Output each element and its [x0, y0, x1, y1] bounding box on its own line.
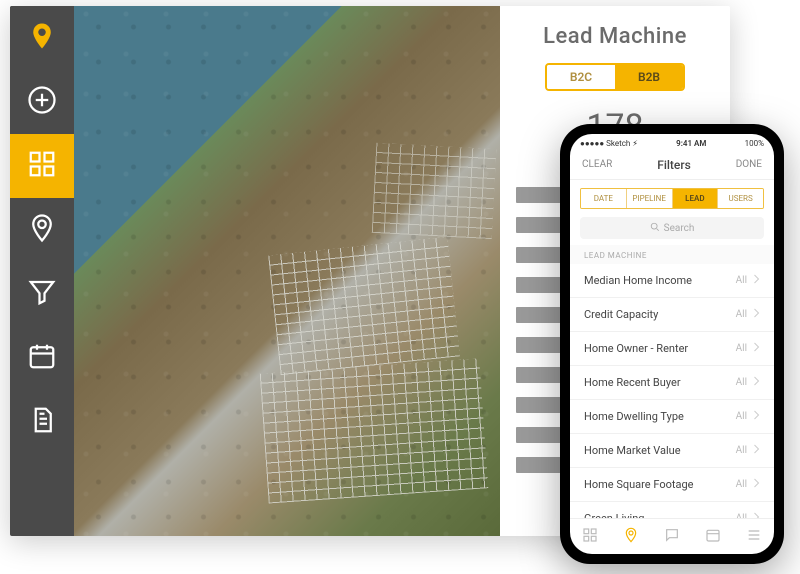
sidebar-item-filter[interactable] — [10, 262, 74, 326]
sidebar-item-calendar[interactable] — [10, 326, 74, 390]
filter-row[interactable]: Home Dwelling Type All — [570, 400, 774, 434]
filter-value-group: All — [736, 478, 760, 491]
add-icon — [27, 85, 57, 119]
filter-label: Home Owner - Renter — [584, 342, 688, 355]
chat-icon — [664, 527, 680, 547]
chevron-right-icon — [753, 308, 760, 321]
clear-button[interactable]: CLEAR — [582, 159, 612, 170]
tabbar-chat[interactable] — [663, 528, 681, 546]
sidebar-item-add[interactable] — [10, 70, 74, 134]
segment-control: B2C B2B — [545, 63, 685, 91]
filter-value: All — [736, 377, 747, 388]
segment-b2c[interactable]: B2C — [547, 65, 615, 89]
grid-icon — [582, 527, 598, 547]
filter-value: All — [736, 309, 747, 320]
done-button[interactable]: DONE — [736, 159, 762, 170]
filter-label: Credit Capacity — [584, 308, 658, 321]
tab-date[interactable]: DATE — [581, 189, 627, 208]
filter-list[interactable]: Median Home IncomeAllCredit CapacityAllH… — [570, 264, 774, 518]
filter-label: Home Dwelling Type — [584, 410, 684, 423]
calendar-icon — [705, 527, 721, 547]
filter-icon — [27, 277, 57, 311]
search-input[interactable]: Search — [580, 217, 764, 239]
pin-icon — [623, 527, 639, 547]
filter-value: All — [736, 445, 747, 456]
tab-pipeline[interactable]: PIPELINE — [627, 189, 673, 208]
tabbar-pin[interactable] — [622, 528, 640, 546]
phone-screen: ●●●●● Sketch ⚡︎ 9:41 AM 100% CLEAR Filte… — [570, 134, 774, 554]
filter-row[interactable]: Home Market Value All — [570, 434, 774, 468]
phone-device: ●●●●● Sketch ⚡︎ 9:41 AM 100% CLEAR Filte… — [560, 124, 784, 564]
tabbar-grid[interactable] — [581, 528, 599, 546]
filter-value: All — [736, 479, 747, 490]
chevron-right-icon — [753, 444, 760, 457]
filter-value-group: All — [736, 410, 760, 423]
filter-label: Home Market Value — [584, 444, 681, 457]
search-placeholder: Search — [664, 223, 695, 234]
filter-value: All — [736, 343, 747, 354]
filter-row[interactable]: Credit Capacity All — [570, 298, 774, 332]
sidebar — [10, 6, 74, 536]
filter-value-group: All — [736, 308, 760, 321]
filters-topbar: CLEAR Filters DONE — [570, 150, 774, 180]
grid-icon — [27, 149, 57, 183]
chevron-right-icon — [753, 376, 760, 389]
sidebar-item-map[interactable] — [10, 198, 74, 262]
chevron-right-icon — [753, 342, 760, 355]
chevron-right-icon — [753, 478, 760, 491]
filter-label: Median Home Income — [584, 274, 692, 287]
filter-value: All — [736, 275, 747, 286]
statusbar-time: 9:41 AM — [676, 139, 706, 148]
section-header: LEAD MACHINE — [570, 245, 774, 264]
calendar-icon — [27, 341, 57, 375]
sidebar-item-grid[interactable] — [10, 134, 74, 198]
document-icon — [27, 405, 57, 439]
tabbar-menu[interactable] — [745, 528, 763, 546]
filter-value-group: All — [736, 274, 760, 287]
topbar-title: Filters — [657, 158, 691, 172]
search-icon — [650, 222, 660, 235]
filter-row[interactable]: Home Square Footage All — [570, 468, 774, 502]
map-subdivision — [260, 358, 489, 503]
segment-b2b[interactable]: B2B — [615, 65, 683, 89]
filter-row[interactable]: Home Owner - Renter All — [570, 332, 774, 366]
tab-users[interactable]: USERS — [718, 189, 763, 208]
map-subdivision — [372, 143, 497, 239]
filter-value-group: All — [736, 342, 760, 355]
map-subdivision — [268, 237, 460, 375]
menu-icon — [746, 527, 762, 547]
filter-row[interactable]: Home Recent Buyer All — [570, 366, 774, 400]
filter-label: Home Square Footage — [584, 478, 693, 491]
filter-value: All — [736, 411, 747, 422]
chevron-right-icon — [753, 274, 760, 287]
statusbar-carrier: ●●●●● Sketch ⚡︎ — [580, 139, 638, 148]
filter-label: Home Recent Buyer — [584, 376, 681, 389]
map-pin-icon — [27, 213, 57, 247]
filter-value-group: All — [736, 444, 760, 457]
filter-tabs: DATE PIPELINE LEAD USERS — [580, 188, 764, 209]
filter-row[interactable]: Green LivingAll — [570, 502, 774, 518]
bottom-tabbar — [570, 518, 774, 554]
filter-row[interactable]: Median Home Income All — [570, 264, 774, 298]
panel-title: Lead Machine — [543, 24, 687, 49]
filter-value-group: All — [736, 376, 760, 389]
sidebar-item-logo[interactable] — [10, 6, 74, 70]
tabbar-calendar[interactable] — [704, 528, 722, 546]
tab-lead[interactable]: LEAD — [673, 189, 719, 208]
sidebar-item-document[interactable] — [10, 390, 74, 454]
logo-pin-icon — [27, 21, 57, 55]
status-bar: ●●●●● Sketch ⚡︎ 9:41 AM 100% — [570, 134, 774, 150]
satellite-map[interactable] — [74, 6, 500, 536]
chevron-right-icon — [753, 410, 760, 423]
statusbar-battery: 100% — [745, 139, 764, 148]
